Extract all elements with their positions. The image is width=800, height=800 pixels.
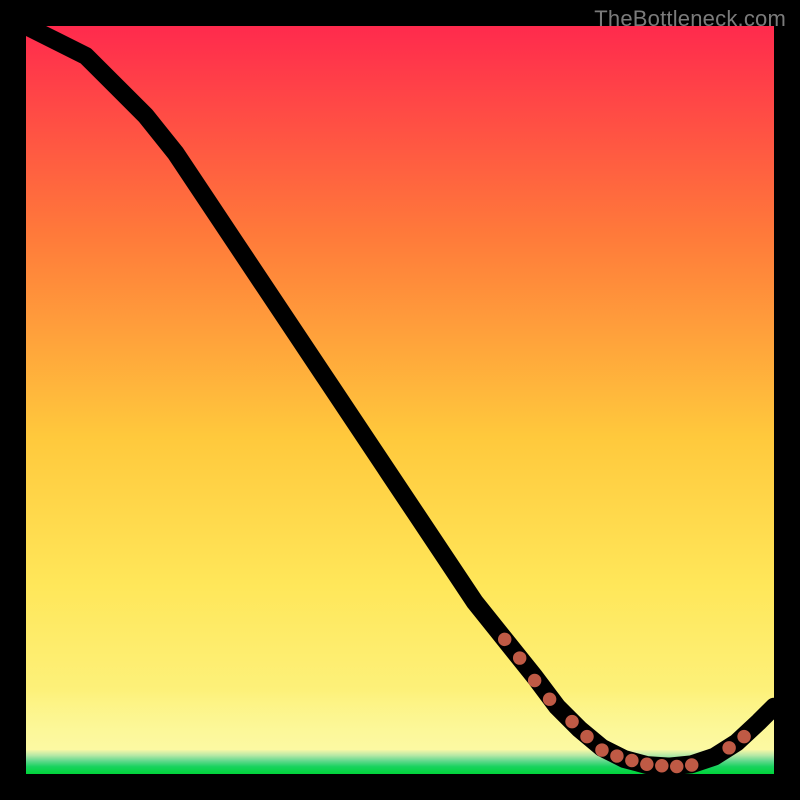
plot-area [26, 26, 774, 774]
watermark-text: TheBottleneck.com [594, 6, 786, 32]
marker-point [565, 715, 578, 728]
marker-point [528, 674, 541, 687]
chart-frame: TheBottleneck.com [0, 0, 800, 800]
marker-point [722, 741, 735, 754]
marker-point [625, 754, 638, 767]
marker-point [595, 743, 608, 756]
marker-point [498, 633, 511, 646]
marker-point [580, 730, 593, 743]
bottleneck-curve [26, 26, 774, 774]
marker-point [640, 758, 653, 771]
marker-point [685, 758, 698, 771]
marker-point [610, 749, 623, 762]
marker-point [655, 759, 668, 772]
marker-point [737, 730, 750, 743]
marker-point [513, 651, 526, 664]
marker-point [543, 692, 556, 705]
marker-point [670, 760, 683, 773]
curve-path [26, 26, 774, 767]
